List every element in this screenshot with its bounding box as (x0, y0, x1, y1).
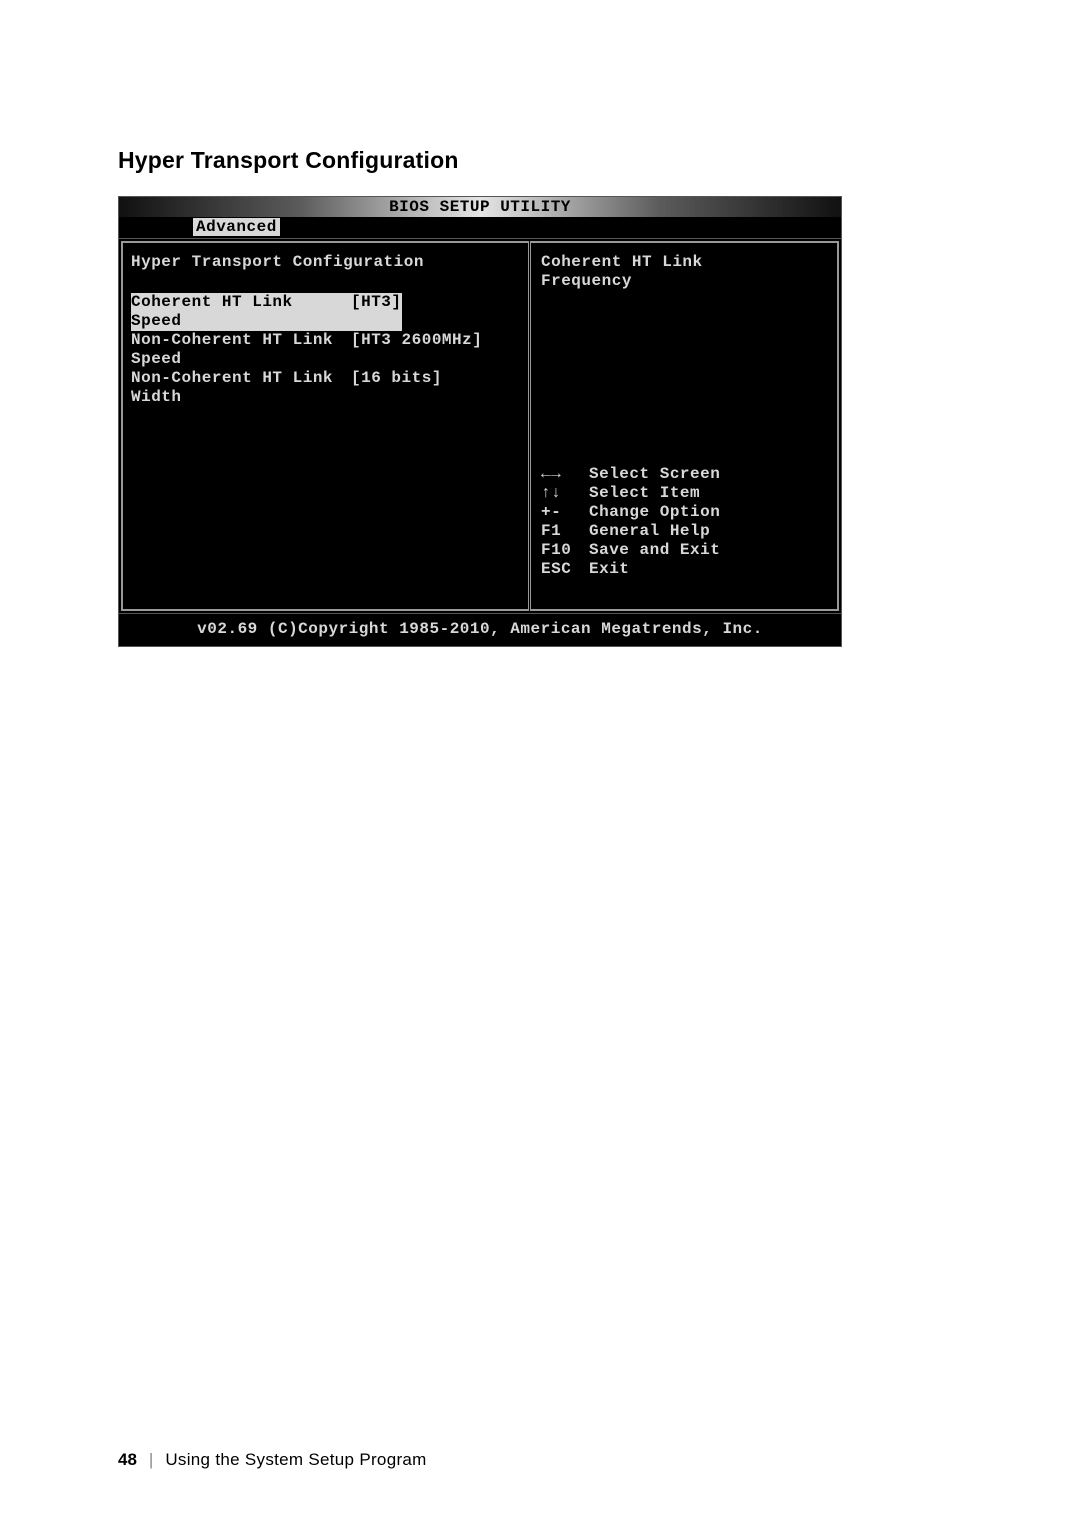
nav-row: ↑↓ Select Item (541, 484, 829, 503)
section-heading: Hyper Transport Configuration (118, 147, 962, 174)
setting-label: Non-Coherent HT Link Width (131, 369, 351, 407)
setting-row[interactable]: Non-Coherent HT Link Speed [HT3 2600MHz] (131, 331, 520, 369)
nav-help: ←→ Select Screen ↑↓ Select Item +- Chang… (541, 465, 829, 579)
page-section-name: Using the System Setup Program (165, 1450, 426, 1470)
setting-row[interactable]: Coherent HT Link Speed [HT3] (131, 293, 520, 331)
setting-value: [HT3] (351, 293, 402, 331)
nav-row: +- Change Option (541, 503, 829, 522)
nav-row: ←→ Select Screen (541, 465, 829, 484)
bios-left-pane: Hyper Transport Configuration Coherent H… (121, 241, 529, 611)
nav-row: F10 Save and Exit (541, 541, 829, 560)
bios-titlebar: BIOS SETUP UTILITY (119, 197, 841, 217)
nav-row: F1 General Help (541, 522, 829, 541)
nav-desc: General Help (589, 522, 710, 541)
nav-desc: Select Item (589, 484, 700, 503)
divider-icon: | (149, 1450, 153, 1470)
left-pane-title: Hyper Transport Configuration (131, 253, 520, 271)
help-text: Coherent HT Link Frequency (541, 253, 829, 291)
bios-right-pane: Coherent HT Link Frequency ←→ Select Scr… (530, 241, 839, 611)
bios-footer: v02.69 (C)Copyright 1985-2010, American … (119, 614, 841, 646)
page-footer: 48 | Using the System Setup Program (118, 1450, 427, 1470)
nav-key-updown-icon: ↑↓ (541, 484, 589, 503)
bios-screenshot: BIOS SETUP UTILITY Advanced Hyper Transp… (118, 196, 842, 647)
help-line: Frequency (541, 272, 829, 291)
nav-desc: Save and Exit (589, 541, 720, 560)
nav-desc: Select Screen (589, 465, 720, 484)
page-number: 48 (118, 1450, 137, 1470)
setting-label: Non-Coherent HT Link Speed (131, 331, 351, 369)
setting-row[interactable]: Non-Coherent HT Link Width [16 bits] (131, 369, 520, 407)
nav-key-plusminus-icon: +- (541, 503, 589, 522)
nav-key: F1 (541, 522, 589, 541)
nav-key-leftright-icon: ←→ (541, 465, 589, 484)
nav-desc: Change Option (589, 503, 720, 522)
menu-tab-advanced[interactable]: Advanced (193, 218, 280, 236)
nav-key: ESC (541, 560, 589, 579)
setting-label: Coherent HT Link Speed (131, 293, 351, 331)
nav-key: F10 (541, 541, 589, 560)
help-line: Coherent HT Link (541, 253, 829, 272)
nav-desc: Exit (589, 560, 629, 579)
setting-value: [HT3 2600MHz] (351, 331, 482, 369)
setting-value: [16 bits] (351, 369, 442, 407)
nav-row: ESC Exit (541, 560, 829, 579)
bios-menubar: Advanced (119, 217, 841, 238)
